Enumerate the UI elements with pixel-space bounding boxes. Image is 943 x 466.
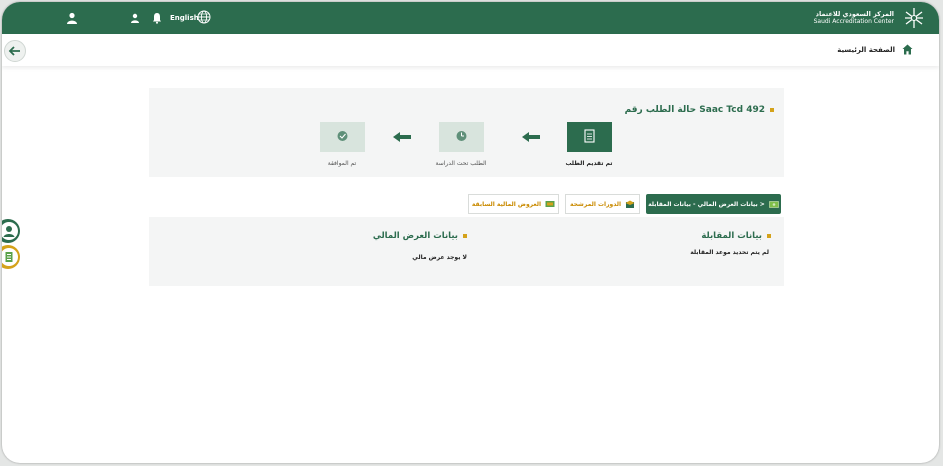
app-window: English المركز السعودي للاعتماد Saudi Ac…	[2, 2, 939, 463]
money-bill-icon	[545, 200, 555, 207]
documents-button[interactable]	[2, 245, 20, 269]
logo-mark-icon	[905, 8, 923, 28]
tab-label: العروض المالية السابقة	[471, 200, 542, 208]
financial-title-text: بيانات العرض المالي	[372, 231, 458, 241]
step-under-review	[439, 122, 484, 152]
step-arrow-icon	[522, 132, 540, 142]
financial-offer-text: لا يوجد عرض مالي	[412, 254, 467, 261]
step-approved-label: تم الموافقة	[327, 160, 357, 167]
globe-icon[interactable]	[197, 10, 211, 24]
request-status-panel: حالة الطلب رقم Saac Tcd 492 تم تقديم الط…	[149, 88, 784, 177]
tab-label: الدورات المرشحة	[569, 200, 622, 208]
document-icon	[584, 129, 595, 143]
step-submitted	[567, 122, 612, 152]
tab-nominated-courses[interactable]: الدورات المرشحة	[565, 194, 640, 214]
tabs-row: بيانات العرض المالي - بيانات المقابلة > …	[149, 192, 784, 216]
clipboard-icon	[2, 248, 18, 266]
logo-text: المركز السعودي للاعتماد Saudi Accreditat…	[814, 10, 894, 26]
breadcrumb-bar: الصفحة الرئيسية	[2, 34, 939, 66]
bullet-marker	[767, 233, 771, 238]
step-approved	[320, 122, 365, 152]
step-arrow-icon	[393, 132, 411, 142]
user-icon[interactable]	[66, 12, 78, 24]
back-button[interactable]	[4, 40, 26, 62]
home-icon[interactable]	[902, 44, 913, 55]
interview-title: بيانات المقابلة	[701, 231, 771, 241]
support-button[interactable]	[2, 219, 20, 243]
bullet-marker	[770, 107, 774, 112]
arrow-left-icon	[8, 46, 20, 56]
details-panel: بيانات المقابلة لم يتم تحديد موعد المقاب…	[149, 217, 784, 286]
top-bar: English المركز السعودي للاعتماد Saudi Ac…	[2, 2, 939, 34]
clock-icon	[456, 131, 467, 141]
money-icon	[769, 200, 779, 208]
bell-icon[interactable]	[152, 12, 162, 24]
logo-arabic: المركز السعودي للاعتماد	[815, 10, 894, 18]
logo-english: Saudi Accreditation Center	[813, 18, 894, 25]
headset-icon	[2, 222, 18, 240]
financial-offer-title: بيانات العرض المالي	[373, 231, 467, 241]
graduation-cap-icon	[625, 200, 635, 208]
check-icon	[337, 131, 348, 141]
request-title-text: حالة الطلب رقم Saac Tcd 492	[624, 105, 765, 115]
step-submitted-label: تم تقديم الطلب	[565, 160, 613, 167]
interview-title-text: بيانات المقابلة	[701, 231, 762, 241]
tab-financial-interview[interactable]: بيانات العرض المالي - بيانات المقابلة >	[646, 194, 781, 214]
step-under-review-label: الطلب تحت الدراسة	[435, 160, 487, 167]
language-toggle[interactable]: English	[170, 14, 199, 22]
interview-text: لم يتم تحديد موعد المقابلة	[690, 249, 769, 256]
bullet-marker	[463, 233, 467, 238]
tab-previous-financial-offers[interactable]: العروض المالية السابقة	[468, 194, 559, 214]
request-status-title: حالة الطلب رقم Saac Tcd 492	[625, 105, 774, 115]
tab-label: بيانات العرض المالي - بيانات المقابلة >	[648, 200, 765, 208]
profile-icon[interactable]	[129, 12, 141, 24]
home-link[interactable]: الصفحة الرئيسية	[837, 46, 895, 54]
